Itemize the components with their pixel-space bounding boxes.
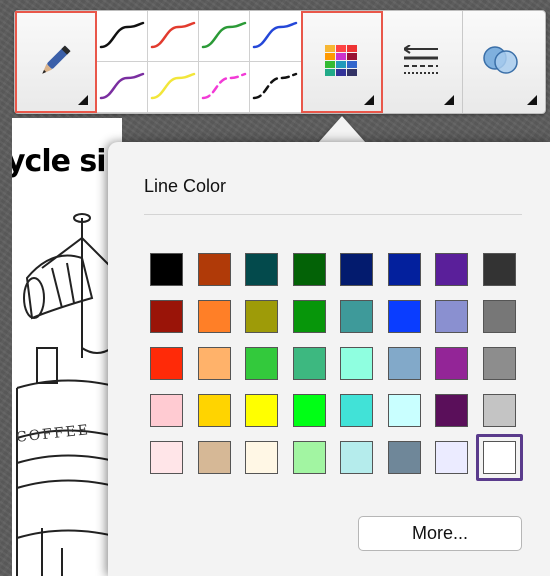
color-swatch[interactable] — [292, 441, 326, 474]
stroke-sample-icon — [252, 21, 298, 49]
color-swatch[interactable] — [150, 394, 183, 427]
color-swatch[interactable] — [482, 253, 516, 286]
pen-style-5[interactable] — [97, 62, 148, 113]
stroke-sample-icon — [201, 21, 247, 49]
color-swatch[interactable] — [245, 253, 278, 286]
color-swatch[interactable] — [340, 253, 373, 286]
color-swatch[interactable] — [150, 347, 183, 380]
color-swatch[interactable] — [482, 347, 516, 380]
document-title-fragment: ycle si — [12, 144, 107, 179]
coffee-machine-illustration — [16, 213, 122, 576]
line-color-tool-button[interactable] — [301, 11, 383, 113]
dropdown-corner-icon — [78, 95, 88, 105]
color-swatch[interactable] — [340, 441, 373, 474]
color-swatch[interactable] — [340, 300, 373, 333]
dropdown-corner-icon — [444, 95, 454, 105]
color-swatch[interactable] — [292, 300, 326, 333]
stroke-sample-icon — [150, 21, 196, 49]
color-swatch[interactable] — [387, 441, 421, 474]
popover-title: Line Color — [144, 176, 227, 196]
color-swatch[interactable] — [197, 253, 231, 286]
pen-style-2[interactable] — [148, 11, 199, 62]
more-colors-button[interactable]: More... — [358, 516, 522, 551]
color-swatch[interactable] — [435, 300, 468, 333]
dropdown-corner-icon — [364, 95, 374, 105]
color-swatch[interactable] — [340, 347, 373, 380]
color-swatch[interactable] — [435, 347, 468, 380]
pen-style-3[interactable] — [199, 11, 250, 62]
document-page: ycle si COFFEE — [12, 118, 122, 576]
pen-tool-button[interactable] — [15, 11, 97, 113]
color-swatch[interactable] — [435, 441, 468, 474]
color-swatch[interactable] — [435, 253, 468, 286]
drawing-toolbar — [14, 10, 546, 114]
pen-style-6[interactable] — [148, 62, 199, 113]
color-swatch[interactable] — [482, 300, 516, 333]
color-swatch[interactable] — [387, 347, 421, 380]
color-swatch[interactable] — [292, 253, 326, 286]
pen-style-grid — [97, 11, 301, 113]
color-swatch[interactable] — [387, 394, 421, 427]
pen-style-7[interactable] — [199, 62, 250, 113]
pen-style-4[interactable] — [250, 11, 301, 62]
color-swatch[interactable] — [150, 300, 183, 333]
stroke-sample-icon — [99, 72, 145, 100]
line-style-icon — [404, 45, 438, 74]
color-swatch[interactable] — [150, 441, 183, 474]
color-swatch[interactable] — [340, 394, 373, 427]
color-swatch[interactable] — [387, 300, 421, 333]
color-swatch[interactable] — [150, 253, 183, 286]
color-swatch[interactable] — [197, 441, 231, 474]
stroke-sample-icon — [99, 21, 145, 49]
pen-style-1[interactable] — [97, 11, 148, 62]
color-swatch[interactable] — [197, 394, 231, 427]
pen-icon — [42, 45, 71, 74]
color-swatch[interactable] — [292, 394, 326, 427]
line-color-popover: Line Color More... — [108, 142, 550, 576]
color-swatch[interactable] — [482, 394, 516, 427]
fill-tool-button[interactable] — [462, 11, 545, 113]
color-swatch[interactable] — [435, 394, 468, 427]
line-style-tool-button[interactable] — [382, 11, 463, 113]
dropdown-corner-icon — [527, 95, 537, 105]
stroke-sample-icon — [201, 72, 247, 100]
color-swatch[interactable] — [387, 253, 421, 286]
color-swatch[interactable] — [292, 347, 326, 380]
pen-style-8[interactable] — [250, 62, 301, 113]
overlapping-circles-icon — [483, 46, 518, 74]
popover-divider — [144, 214, 522, 215]
color-swatch[interactable] — [245, 347, 278, 380]
color-swatch[interactable] — [245, 441, 278, 474]
color-swatch[interactable] — [197, 300, 231, 333]
color-swatch[interactable] — [245, 300, 278, 333]
color-swatch[interactable] — [245, 394, 278, 427]
popover-arrow — [318, 116, 366, 143]
stroke-sample-icon — [150, 72, 196, 100]
stroke-sample-icon — [252, 72, 298, 100]
color-palette-icon — [325, 45, 357, 76]
color-swatch[interactable] — [482, 441, 516, 474]
color-swatch[interactable] — [197, 347, 231, 380]
